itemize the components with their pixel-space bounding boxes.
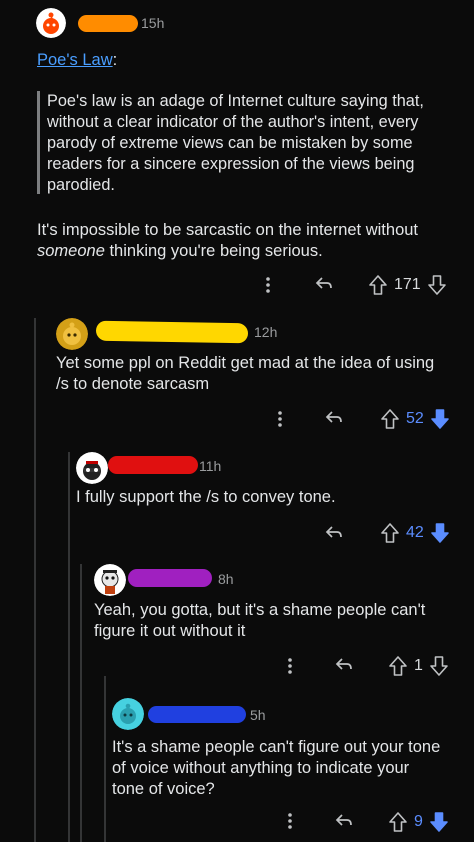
comment-text: I fully support the /s to convey tone. [76,488,336,506]
redacted-username [96,320,248,344]
downvote-icon[interactable] [427,274,447,296]
timestamp: 5h [250,707,266,723]
reply-icon[interactable] [310,272,338,296]
vote-controls: 171 [368,271,447,299]
poes-law-link[interactable]: Poe's Law [37,51,113,69]
vote-controls: 1 [388,652,449,680]
blockquote: Poe's law is an adage of Internet cultur… [47,92,424,194]
link-colon: : [112,51,118,69]
avatar[interactable] [94,564,126,596]
thread-line [68,452,70,842]
thread-line [34,318,36,842]
downvote-icon[interactable] [430,408,450,430]
more-icon[interactable] [280,655,300,677]
avatar[interactable] [56,318,88,350]
body-text-start: It's impossible to be sarcastic on the i… [37,221,419,239]
body-text-end: thinking you're being serious. [104,242,323,260]
vote-count: 52 [406,410,424,427]
thread-line [80,564,82,842]
timestamp: 15h [141,15,165,31]
timestamp: 12h [254,324,278,340]
timestamp: 11h [199,458,222,474]
upvote-icon[interactable] [380,522,400,544]
downvote-icon[interactable] [430,522,450,544]
avatar[interactable] [112,698,144,730]
comment-text: Yeah, you gotta, but it's a shame people… [94,601,426,640]
redacted-username [78,15,138,32]
quote-bar [37,91,40,194]
upvote-icon[interactable] [388,811,408,833]
thread-line [104,676,106,842]
comment-text: Yet some ppl on Reddit get mad at the id… [56,354,435,393]
reply-icon[interactable] [320,406,348,430]
more-icon[interactable] [258,274,278,296]
comment-text: It's impossible to be sarcastic on the i… [37,220,462,262]
redacted-username [128,569,212,587]
upvote-icon[interactable] [368,274,388,296]
redacted-username [148,706,246,723]
more-icon[interactable] [270,408,290,430]
downvote-icon[interactable] [429,655,449,677]
avatar[interactable] [76,452,108,484]
body-emphasis: someone [37,242,105,260]
vote-count: 9 [414,813,423,830]
reply-icon[interactable] [330,809,358,833]
vote-count: 1 [414,657,423,674]
avatar[interactable] [36,8,66,38]
vote-count: 171 [394,276,421,293]
timestamp: 8h [218,571,234,587]
vote-count: 42 [406,524,424,541]
vote-controls: 9 [388,808,449,836]
redacted-username [108,456,198,474]
upvote-icon[interactable] [380,408,400,430]
comment-text: It's a shame people can't figure out you… [112,738,441,798]
vote-controls: 52 [380,405,450,433]
reply-icon[interactable] [330,653,358,677]
downvote-icon[interactable] [429,811,449,833]
reply-icon[interactable] [320,521,348,545]
vote-controls: 42 [380,519,450,547]
upvote-icon[interactable] [388,655,408,677]
comment-body: Poe's Law: [37,50,117,71]
more-icon[interactable] [280,810,300,832]
